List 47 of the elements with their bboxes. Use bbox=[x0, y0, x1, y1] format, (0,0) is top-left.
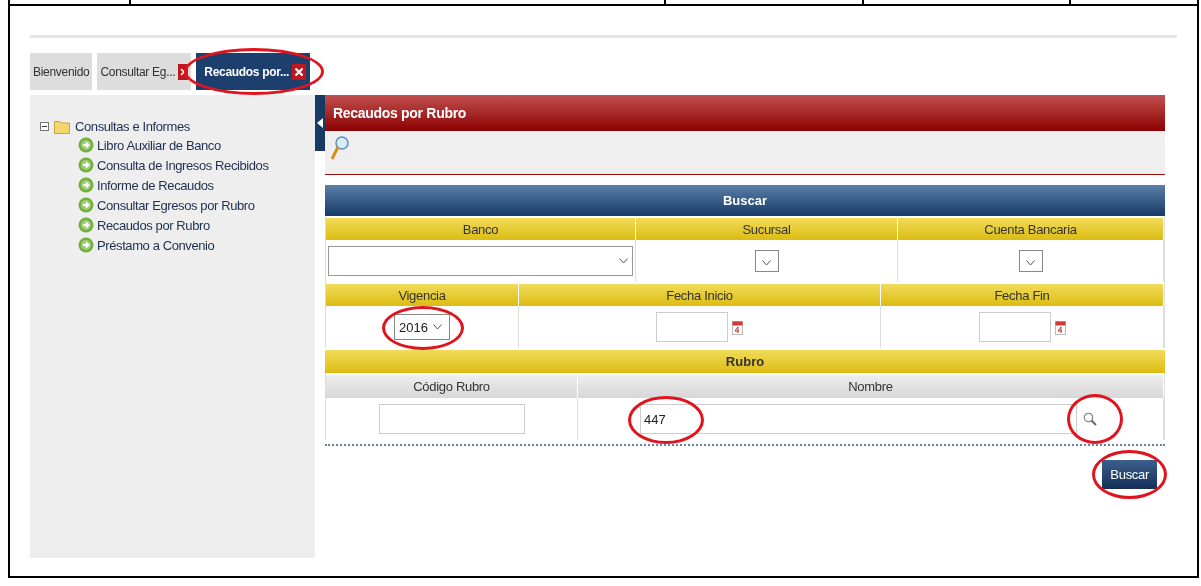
section-header: Buscar bbox=[325, 185, 1165, 216]
dropdown[interactable] bbox=[1018, 250, 1043, 272]
tab[interactable]: Consultar Eg... bbox=[97, 53, 192, 90]
arrow-circle-icon bbox=[78, 137, 94, 153]
column-header: Cuenta Bancaria bbox=[898, 218, 1164, 240]
dropdown[interactable] bbox=[754, 250, 779, 272]
arrow-circle-icon bbox=[78, 197, 94, 213]
column-header: Sucursal bbox=[636, 218, 898, 240]
tab[interactable]: Recaudos por... bbox=[196, 53, 311, 90]
tree-item[interactable]: Consultar Egresos por Rubro bbox=[97, 197, 255, 213]
code-field[interactable] bbox=[378, 404, 525, 434]
arrow-circle-icon bbox=[78, 177, 94, 193]
collapse-handle[interactable] bbox=[315, 95, 325, 151]
search-icon[interactable] bbox=[331, 135, 349, 161]
collapse-icon[interactable] bbox=[40, 121, 49, 131]
chevron-icon bbox=[1026, 260, 1035, 266]
date-field[interactable] bbox=[656, 312, 728, 342]
chevron-icon bbox=[762, 260, 771, 266]
tree-item[interactable]: Recaudos por Rubro bbox=[97, 217, 210, 233]
section-header: Rubro bbox=[325, 350, 1165, 373]
tree-node[interactable]: Consultas e Informes bbox=[75, 118, 190, 134]
bank-select[interactable] bbox=[328, 246, 633, 276]
column-header: Fecha Fin bbox=[881, 284, 1164, 306]
panel-title: Recaudos por Rubro bbox=[325, 95, 1165, 131]
name-field[interactable]: 447 bbox=[640, 404, 1077, 434]
folder-icon bbox=[54, 118, 70, 134]
column-header: Vigencia bbox=[326, 284, 519, 306]
search-button[interactable]: Buscar bbox=[1102, 460, 1157, 489]
chevron-icon bbox=[619, 258, 628, 264]
arrow-circle-icon bbox=[78, 217, 94, 233]
calendar-icon[interactable] bbox=[732, 319, 743, 335]
tree-item[interactable]: Libro Auxiliar de Banco bbox=[97, 137, 221, 153]
arrow-circle-icon bbox=[78, 157, 94, 173]
column-header: Nombre bbox=[578, 375, 1164, 398]
tree-item[interactable]: Informe de Recaudos bbox=[97, 177, 214, 193]
column-header: Fecha Inicio bbox=[519, 284, 881, 306]
date-field[interactable] bbox=[978, 312, 1051, 342]
tree-item[interactable]: Préstamo a Convenio bbox=[97, 237, 215, 253]
tab[interactable]: Bienvenido bbox=[30, 53, 93, 90]
column-header: Banco bbox=[326, 218, 636, 240]
year-select[interactable]: 2016 bbox=[394, 314, 450, 340]
search-icon bbox=[1083, 412, 1097, 426]
calendar-icon[interactable] bbox=[1054, 319, 1066, 335]
tree-item[interactable]: Consulta de Ingresos Recibidos bbox=[97, 157, 269, 173]
arrow-circle-icon bbox=[78, 237, 94, 253]
column-header: Código Rubro bbox=[326, 375, 578, 398]
chevron-icon bbox=[432, 324, 442, 330]
